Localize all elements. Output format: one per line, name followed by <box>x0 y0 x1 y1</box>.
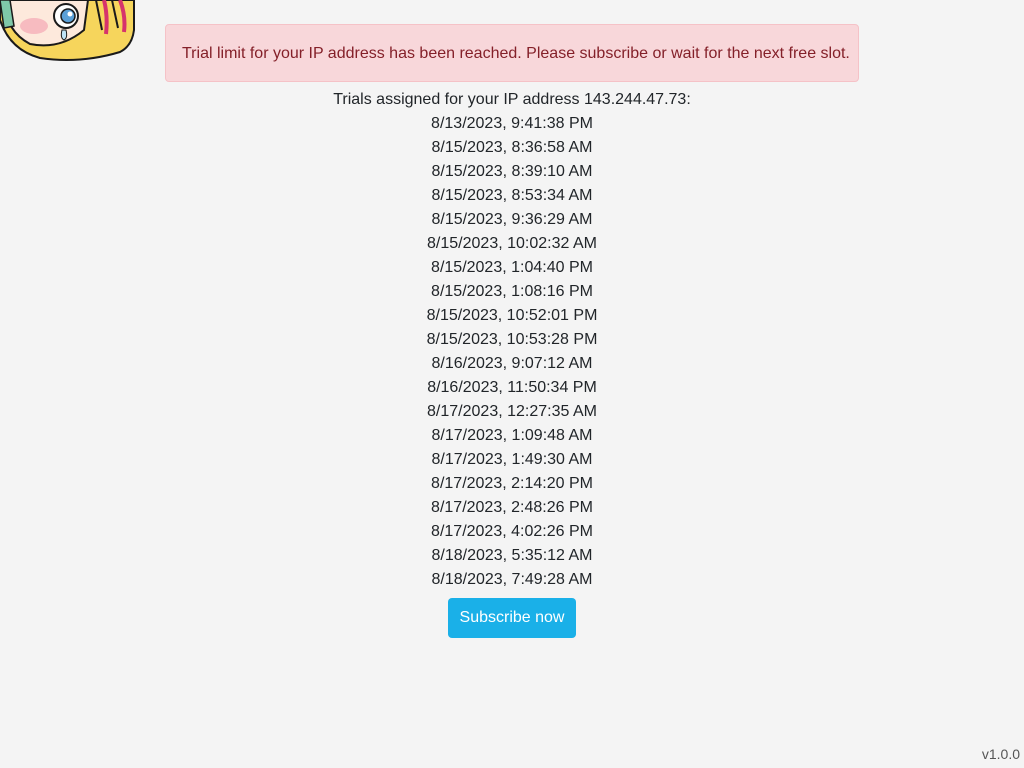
trial-entry: 8/18/2023, 5:35:12 AM <box>431 547 593 564</box>
trial-entry: 8/15/2023, 8:39:10 AM <box>431 163 593 180</box>
trial-entry: 8/18/2023, 7:49:28 AM <box>431 571 593 588</box>
trial-entry: 8/15/2023, 10:53:28 PM <box>426 331 598 348</box>
trials-section: Trials assigned for your IP address 143.… <box>0 88 1024 592</box>
trial-entry: 8/17/2023, 2:14:20 PM <box>431 475 593 492</box>
alert-message: Trial limit for your IP address has been… <box>182 45 850 62</box>
version-label: v1.0.0 <box>981 746 1020 762</box>
trial-entry: 8/17/2023, 1:49:30 AM <box>431 451 593 468</box>
trial-entry: 8/15/2023, 10:02:32 AM <box>427 235 597 252</box>
trial-entry: 8/15/2023, 10:52:01 PM <box>426 307 598 324</box>
page: Trial limit for your IP address has been… <box>0 0 1024 768</box>
trial-entry: 8/17/2023, 2:48:26 PM <box>431 499 593 516</box>
trial-entry: 8/17/2023, 12:27:35 AM <box>427 403 597 420</box>
trial-entry: 8/16/2023, 11:50:34 PM <box>427 379 597 396</box>
trial-entry: 8/17/2023, 4:02:26 PM <box>431 523 593 540</box>
trials-heading: Trials assigned for your IP address 143.… <box>333 91 691 108</box>
trial-entry: 8/15/2023, 9:36:29 AM <box>431 211 593 228</box>
trial-entry: 8/15/2023, 1:04:40 PM <box>431 259 593 276</box>
trials-list: 8/13/2023, 9:41:38 PM 8/15/2023, 8:36:58… <box>0 112 1024 592</box>
trial-entry: 8/15/2023, 8:36:58 AM <box>431 139 593 156</box>
trial-limit-alert: Trial limit for your IP address has been… <box>165 24 859 82</box>
subscribe-now-button[interactable]: Subscribe now <box>448 598 576 638</box>
logo-icon[interactable] <box>0 0 140 62</box>
trial-entry: 8/15/2023, 1:08:16 PM <box>431 283 593 300</box>
trial-entry: 8/15/2023, 8:53:34 AM <box>431 187 593 204</box>
trial-entry: 8/16/2023, 9:07:12 AM <box>431 355 593 372</box>
trial-entry: 8/17/2023, 1:09:48 AM <box>431 427 593 444</box>
trial-entry: 8/13/2023, 9:41:38 PM <box>431 115 593 132</box>
